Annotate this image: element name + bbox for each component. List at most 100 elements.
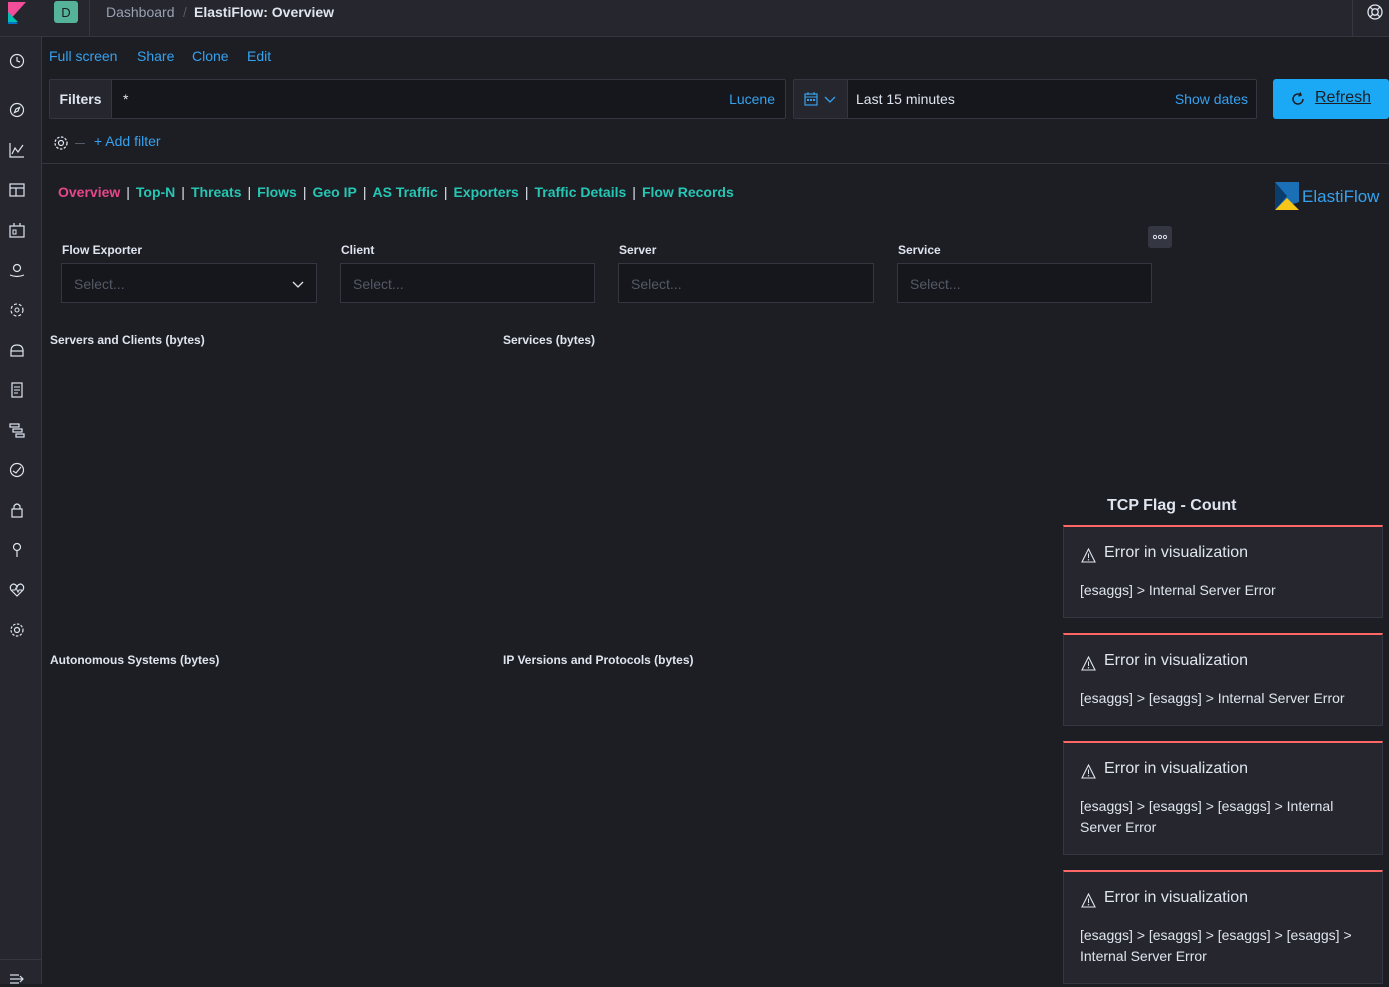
tab-threats[interactable]: Threats (191, 184, 242, 200)
quick-date-button[interactable] (794, 80, 848, 118)
error-message: [esaggs] > [esaggs] > [esaggs] > Interna… (1080, 798, 1334, 835)
infrastructure-icon[interactable] (9, 342, 25, 358)
flow-exporter-label: Flow Exporter (62, 243, 143, 257)
warning-icon (1081, 548, 1096, 563)
top-header: D Dashboard / ElastiFlow: Overview (0, 0, 1389, 37)
service-placeholder: Select... (910, 276, 961, 292)
dashboard-icon[interactable] (9, 182, 25, 198)
panel-title-autonomous-systems: Autonomous Systems (bytes) (50, 653, 220, 667)
more-dots-icon (1152, 234, 1168, 240)
recently-viewed-clock-icon[interactable] (9, 53, 25, 69)
header-divider (89, 0, 90, 37)
error-message: [esaggs] > [esaggs] > Internal Server Er… (1080, 690, 1345, 706)
machine-learning-icon[interactable] (9, 302, 25, 318)
flow-exporter-select[interactable]: Select... (61, 263, 317, 303)
management-gear-icon[interactable] (9, 622, 25, 638)
breadcrumb-dashboard[interactable]: Dashboard (106, 4, 175, 20)
panel-options-button[interactable] (1148, 226, 1172, 248)
calendar-icon (804, 92, 818, 106)
logs-icon[interactable] (9, 382, 25, 398)
section-divider (42, 163, 1389, 164)
add-filter-button[interactable]: + Add filter (94, 133, 161, 149)
query-bar: Filters * Lucene (49, 79, 786, 119)
tab-separator: | (524, 184, 529, 200)
visualize-chart-icon[interactable] (9, 142, 25, 158)
time-range-value[interactable]: Last 15 minutes (856, 91, 955, 107)
uptime-icon[interactable] (9, 462, 25, 478)
tab-separator: | (443, 184, 448, 200)
query-language-toggle[interactable]: Lucene (729, 91, 775, 107)
side-navigation (0, 37, 42, 984)
elastiflow-logo: ElastiFlow (1275, 180, 1389, 212)
space-avatar[interactable]: D (54, 1, 78, 23)
date-picker: Last 15 minutes Show dates (793, 79, 1257, 119)
refresh-button[interactable]: Refresh (1273, 79, 1389, 119)
dashboard-tab-nav: Overview | Top-N | Threats | Flows | Geo IP |… (58, 184, 734, 200)
tab-geo-ip[interactable]: Geo IP (312, 184, 356, 200)
canvas-icon[interactable] (9, 222, 25, 238)
client-select[interactable]: Select... (340, 263, 595, 303)
breadcrumb-separator: / (183, 4, 187, 20)
edit-link[interactable]: Edit (247, 48, 271, 64)
panel-title-services: Services (bytes) (503, 333, 596, 347)
refresh-label: Refresh (1315, 89, 1372, 106)
error-title: Error in visualization (1104, 889, 1249, 906)
tab-separator: | (632, 184, 636, 200)
collapse-menu-icon[interactable] (9, 971, 25, 987)
tab-as-traffic[interactable]: AS Traffic (372, 184, 437, 200)
error-card: Error in visualization [esaggs] > [esagg… (1063, 741, 1383, 855)
error-message: [esaggs] > [esaggs] > [esaggs] > [esaggs… (1080, 927, 1352, 964)
filter-settings-gear-icon[interactable] (53, 135, 69, 151)
server-select[interactable]: Select... (618, 263, 874, 303)
error-message: [esaggs] > Internal Server Error (1080, 582, 1276, 598)
share-link[interactable]: Share (137, 48, 174, 64)
tab-exporters[interactable]: Exporters (453, 184, 518, 200)
clone-link[interactable]: Clone (192, 48, 229, 64)
error-title: Error in visualization (1104, 544, 1249, 561)
tab-separator: | (247, 184, 252, 200)
tab-flow-records[interactable]: Flow Records (642, 184, 734, 200)
error-title: Error in visualization (1104, 760, 1249, 777)
server-placeholder: Select... (631, 276, 682, 292)
security-lock-icon[interactable] (9, 502, 25, 518)
help-button[interactable] (1352, 0, 1389, 37)
chevron-down-icon (292, 281, 304, 288)
nav-divider (0, 959, 42, 960)
service-select[interactable]: Select... (897, 263, 1152, 303)
warning-icon (1081, 893, 1096, 908)
elastiflow-logo-text: ElastiFlow (1302, 187, 1380, 206)
server-label: Server (619, 243, 657, 257)
refresh-icon (1292, 92, 1304, 105)
kibana-logo-icon[interactable] (6, 2, 28, 24)
tab-top-n[interactable]: Top-N (136, 184, 175, 200)
apm-icon[interactable] (9, 422, 25, 438)
elastiflow-logo-icon (1275, 182, 1299, 210)
full-screen-link[interactable]: Full screen (49, 48, 117, 64)
filters-button[interactable]: Filters (50, 80, 112, 118)
page-title: ElastiFlow: Overview (194, 4, 335, 20)
show-dates-link[interactable]: Show dates (1175, 91, 1248, 107)
error-card: Error in visualization [esaggs] > [esagg… (1063, 870, 1383, 984)
tab-separator: | (362, 184, 367, 200)
panel-title-tcp-flag: TCP Flag - Count (1107, 497, 1237, 514)
discover-compass-icon[interactable] (9, 102, 25, 118)
tab-overview[interactable]: Overview (58, 184, 120, 200)
error-title: Error in visualization (1104, 652, 1249, 669)
warning-icon (1081, 656, 1096, 671)
tab-flows[interactable]: Flows (257, 184, 297, 200)
query-input[interactable]: * (123, 91, 128, 107)
warning-icon (1081, 764, 1096, 779)
service-label: Service (898, 243, 941, 257)
dev-tools-wrench-icon[interactable] (9, 542, 25, 558)
tab-separator: | (302, 184, 307, 200)
monitoring-heartbeat-icon[interactable] (9, 582, 25, 598)
error-card: Error in visualization [esaggs] > [esagg… (1063, 633, 1383, 726)
flow-exporter-placeholder: Select... (74, 276, 125, 292)
client-label: Client (341, 243, 375, 257)
error-card: Error in visualization [esaggs] > Intern… (1063, 525, 1383, 618)
panel-title-ip-versions: IP Versions and Protocols (bytes) (503, 653, 694, 667)
filter-divider (75, 143, 85, 144)
maps-icon[interactable] (9, 262, 25, 278)
tab-separator: | (126, 184, 130, 200)
tab-traffic-details[interactable]: Traffic Details (534, 184, 626, 200)
